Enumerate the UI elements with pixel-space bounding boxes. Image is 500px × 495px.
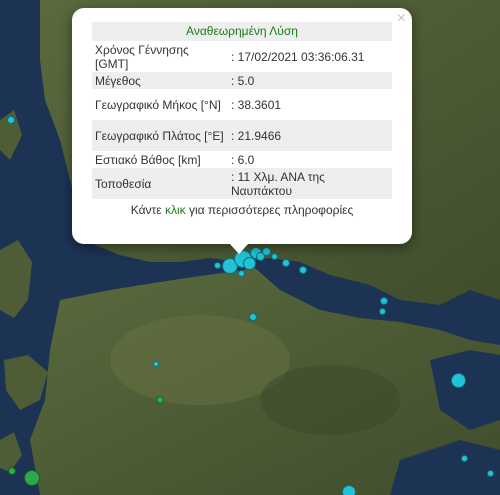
field-label: Χρόνος Γέννησης [GMT] [95, 42, 189, 71]
earthquake-marker[interactable] [262, 247, 271, 256]
earthquake-marker[interactable] [243, 257, 256, 270]
table-row: Μέγεθος : 5.0 [92, 72, 392, 89]
field-value: : 17/02/2021 03:36:06.31 [231, 49, 365, 64]
field-label: Μέγεθος [92, 72, 228, 89]
earthquake-marker[interactable] [153, 361, 159, 367]
earthquake-marker-old[interactable] [8, 467, 16, 475]
earthquake-info-popup: × Αναθεωρημένη Λύση Χρόνος Γέννησης [GMT… [72, 8, 412, 244]
more-info-suffix: για περισσότερες πληροφορίες [188, 203, 354, 217]
popup-pointer [229, 243, 249, 254]
earthquake-marker[interactable] [214, 262, 221, 269]
map-view[interactable]: × Αναθεωρημένη Λύση Χρόνος Γέννησης [GMT… [0, 0, 500, 495]
field-label: Εστιακό Βάθος [km] [95, 152, 201, 167]
field-value: : 5.0 [228, 72, 392, 89]
popup-title: Αναθεωρημένη Λύση [92, 22, 392, 41]
table-row: Γεωγραφικό Πλάτος [°E] : 21.9466 [92, 120, 392, 151]
field-value: : 6.0 [231, 152, 255, 167]
field-label: Τοποθεσία [92, 168, 228, 199]
table-row: Γεωγραφικό Μήκος [°N] : 38.3601 [92, 89, 392, 120]
earthquake-marker[interactable] [451, 373, 466, 388]
field-value: : 38.3601 [231, 97, 282, 112]
field-label: Γεωγραφικό Μήκος [°N] [95, 97, 221, 112]
earthquake-marker[interactable] [7, 116, 15, 124]
earthquake-marker[interactable] [342, 485, 356, 495]
earthquake-details-table: Χρόνος Γέννησης [GMT] : 17/02/2021 03:36… [92, 41, 392, 199]
earthquake-marker[interactable] [249, 313, 257, 321]
earthquake-marker-old[interactable] [156, 396, 164, 404]
earthquake-marker[interactable] [487, 470, 494, 477]
table-row: Εστιακό Βάθος [km] : 6.0 [92, 151, 392, 168]
earthquake-marker[interactable] [380, 297, 388, 305]
earthquake-marker[interactable] [282, 259, 290, 267]
earthquake-marker[interactable] [271, 253, 278, 260]
field-value: : 21.9466 [228, 120, 392, 151]
earthquake-marker-old[interactable] [24, 470, 40, 486]
table-row: Χρόνος Γέννησης [GMT] : 17/02/2021 03:36… [92, 41, 392, 72]
close-icon[interactable]: × [397, 11, 406, 27]
field-label: Γεωγραφικό Πλάτος [°E] [92, 120, 228, 151]
earthquake-marker[interactable] [461, 455, 468, 462]
more-info-prefix: Κάντε [130, 203, 162, 217]
more-info-line: Κάντε κλικ για περισσότερες πληροφορίες [92, 203, 392, 217]
table-row: Τοποθεσία : 11 Χλμ. ΑΝΑ της Ναυπάκτου [92, 168, 392, 199]
more-info-link[interactable]: κλικ [165, 203, 186, 217]
earthquake-marker[interactable] [238, 270, 245, 277]
earthquake-marker[interactable] [299, 266, 307, 274]
field-value: : 11 Χλμ. ΑΝΑ της Ναυπάκτου [228, 168, 392, 199]
earthquake-marker[interactable] [379, 308, 386, 315]
